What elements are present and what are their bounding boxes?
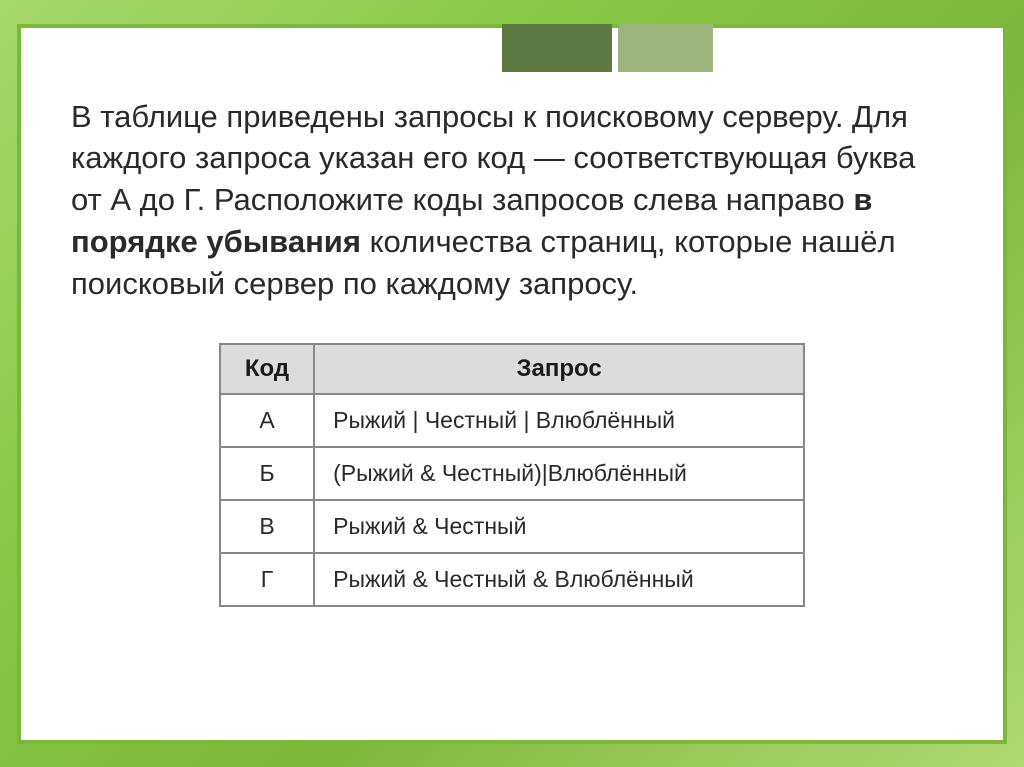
code-cell: А xyxy=(220,394,314,447)
table-row: А Рыжий | Честный | Влюблённый xyxy=(220,394,804,447)
table-row: В Рыжий & Честный xyxy=(220,500,804,553)
deco-bar-dark xyxy=(502,24,612,72)
header-query: Запрос xyxy=(314,344,804,394)
top-decoration xyxy=(496,24,713,72)
table-header-row: Код Запрос xyxy=(220,344,804,394)
query-cell: Рыжий & Честный & Влюблённый xyxy=(314,553,804,606)
code-cell: Г xyxy=(220,553,314,606)
code-cell: Б xyxy=(220,447,314,500)
table-row: Г Рыжий & Честный & Влюблённый xyxy=(220,553,804,606)
header-code: Код xyxy=(220,344,314,394)
query-cell: Рыжий & Честный xyxy=(314,500,804,553)
slide-frame: В таблице приведены запросы к поисковому… xyxy=(17,24,1007,744)
deco-bar-light xyxy=(618,24,713,72)
code-cell: В xyxy=(220,500,314,553)
task-text: В таблице приведены запросы к поисковому… xyxy=(71,96,953,305)
task-text-part1: В таблице приведены запросы к поисковому… xyxy=(71,99,915,218)
query-cell: Рыжий | Честный | Влюблённый xyxy=(314,394,804,447)
query-table: Код Запрос А Рыжий | Честный | Влюблённы… xyxy=(219,343,805,607)
query-cell: (Рыжий & Честный)|Влюблённый xyxy=(314,447,804,500)
table-row: Б (Рыжий & Честный)|Влюблённый xyxy=(220,447,804,500)
